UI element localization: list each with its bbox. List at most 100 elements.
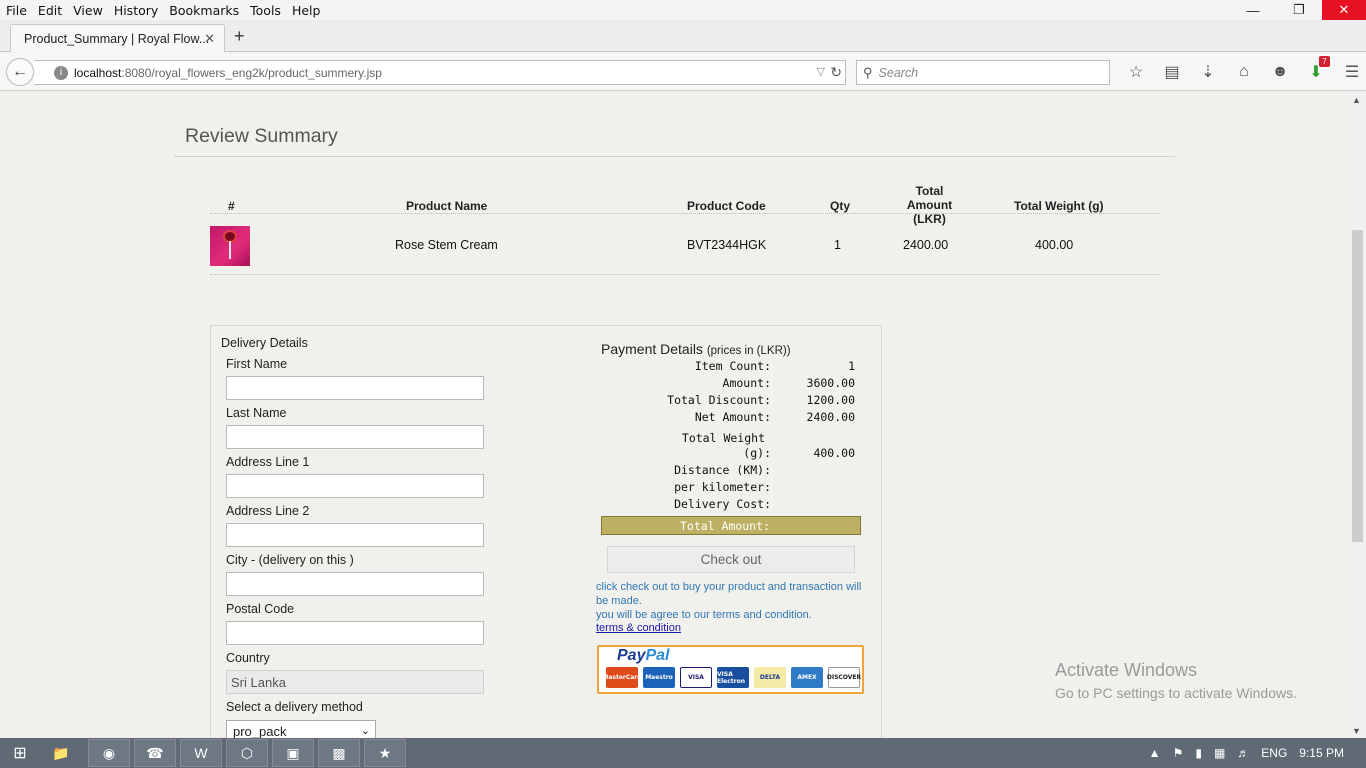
scroll-down-icon[interactable]: ▼ xyxy=(1352,726,1361,736)
volume-icon[interactable]: ♬ xyxy=(1237,746,1249,760)
minimize-icon[interactable]: — xyxy=(1230,0,1276,20)
reload-icon[interactable]: ↻ xyxy=(830,64,842,81)
tab-product-summary[interactable]: Product_Summary | Royal Flow... ✕ xyxy=(10,24,225,52)
card-logos: MasterCard Maestro VISA VISA Electron DE… xyxy=(602,667,865,688)
menu-file[interactable]: File xyxy=(0,3,32,18)
bookmark-star-icon[interactable]: ☆ xyxy=(1118,61,1154,83)
menu-history[interactable]: History xyxy=(108,3,163,18)
menu-edit[interactable]: Edit xyxy=(32,3,67,18)
clock[interactable]: 9:15 PM xyxy=(1299,746,1344,760)
url-bar[interactable]: i localhost:8080/royal_flowers_eng2k/pro… xyxy=(34,60,846,85)
download-badge: 7 xyxy=(1319,56,1330,67)
weight-label-line1: Total Weight xyxy=(681,431,765,445)
delivery-method-select[interactable]: pro_pack ⌄ xyxy=(226,720,376,738)
checkout-button[interactable]: Check out xyxy=(607,546,855,573)
first-name-field[interactable] xyxy=(226,376,484,400)
col-header-amount-line1: Total Amount xyxy=(906,184,953,212)
downloads-icon[interactable]: ⇣ xyxy=(1190,61,1226,83)
paypal-text-pay: Pay xyxy=(617,647,646,664)
language-indicator[interactable]: ENG xyxy=(1261,746,1287,760)
maestro-icon: Maestro xyxy=(643,667,675,688)
virtualbox-icon[interactable]: ⬡ xyxy=(226,739,268,767)
tray-expand-icon[interactable]: ▲ xyxy=(1149,746,1161,760)
city-field[interactable] xyxy=(226,572,484,596)
table-row-divider xyxy=(210,274,1160,275)
tab-close-icon[interactable]: ✕ xyxy=(204,31,215,47)
postal-code-field[interactable] xyxy=(226,621,484,645)
rose-stem xyxy=(229,241,231,259)
delta-icon: DELTA xyxy=(754,667,786,688)
menu-tools[interactable]: Tools xyxy=(244,3,286,18)
col-header-code: Product Code xyxy=(687,199,766,213)
table-header-divider xyxy=(210,213,1160,214)
search-icon: ⚲ xyxy=(863,64,873,80)
discount-value: 1200.00 xyxy=(806,393,855,407)
terms-link[interactable]: terms & condition xyxy=(596,622,681,634)
address2-field[interactable] xyxy=(226,523,484,547)
delivery-title: Delivery Details xyxy=(221,336,308,350)
download-helper-icon[interactable]: ⬇ 7 xyxy=(1298,56,1334,83)
page-content: Review Summary # Product Name Product Co… xyxy=(0,92,1349,738)
network-icon[interactable]: ▦ xyxy=(1214,746,1225,760)
row-weight: 400.00 xyxy=(1035,238,1074,252)
site-info-icon[interactable]: i xyxy=(54,65,68,80)
page-scrollbar[interactable]: ▲ ▼ xyxy=(1349,92,1366,738)
hamburger-menu-icon[interactable]: ☰ xyxy=(1334,61,1366,83)
chat-icon[interactable]: ☻ xyxy=(1262,61,1298,83)
system-tray: ▲ ⚑ ▮ ▦ ♬ ENG 9:15 PM xyxy=(1149,738,1366,768)
address1-label: Address Line 1 xyxy=(226,455,310,469)
battery-icon[interactable]: ▮ xyxy=(1195,746,1202,760)
per-km-label: per kilometer: xyxy=(674,480,771,494)
url-dropdown-icon[interactable]: ▽ xyxy=(817,65,825,78)
checkout-note-line2: you will be agree to our terms and condi… xyxy=(596,609,812,621)
total-amount-bar: Total Amount: xyxy=(601,516,861,535)
viber-icon[interactable]: ☎ xyxy=(134,739,176,767)
search-input[interactable]: ⚲ Search xyxy=(856,60,1110,85)
activate-windows-watermark: Activate Windows Go to PC settings to ac… xyxy=(1055,660,1297,701)
last-name-label: Last Name xyxy=(226,406,287,420)
visa-electron-icon: VISA Electron xyxy=(717,667,749,688)
home-icon[interactable]: ⌂ xyxy=(1226,61,1262,83)
last-name-field[interactable] xyxy=(226,425,484,449)
amex-icon: AMEX xyxy=(791,667,823,688)
menu-help[interactable]: Help xyxy=(286,3,326,18)
col-header-amount-line2: (LKR) xyxy=(913,212,946,226)
postal-code-label: Postal Code xyxy=(226,602,295,616)
col-header-qty: Qty xyxy=(830,199,851,213)
new-tab-icon[interactable]: + xyxy=(234,26,245,47)
delivery-method-label: Select a delivery method xyxy=(226,700,363,714)
scrollbar-thumb[interactable] xyxy=(1352,230,1363,542)
reading-list-icon[interactable]: ▤ xyxy=(1154,61,1190,83)
menu-view[interactable]: View xyxy=(67,3,108,18)
first-name-label: First Name xyxy=(226,357,288,371)
image-viewer-icon[interactable]: ▣ xyxy=(272,739,314,767)
amount-value: 3600.00 xyxy=(806,376,855,390)
checkout-note-line1: click check out to buy your product and … xyxy=(596,581,862,607)
remote-desktop-icon[interactable]: ▩ xyxy=(318,739,360,767)
back-icon[interactable]: ← xyxy=(6,58,34,86)
window-controls: — ❐ ✕ xyxy=(1230,0,1366,20)
file-explorer-icon[interactable]: 📁 xyxy=(40,739,82,767)
nav-bar: ← i localhost:8080/royal_flowers_eng2k/p… xyxy=(0,53,1366,91)
restore-icon[interactable]: ❐ xyxy=(1276,0,1322,20)
payment-title-text: Payment Details xyxy=(601,341,703,357)
address2-label: Address Line 2 xyxy=(226,504,310,518)
menu-bookmarks[interactable]: Bookmarks xyxy=(163,3,244,18)
scroll-up-icon[interactable]: ▲ xyxy=(1352,95,1361,105)
address1-field[interactable] xyxy=(226,474,484,498)
delivery-cost-label: Delivery Cost: xyxy=(674,497,771,511)
payment-title: Payment Details (prices in (LKR)) xyxy=(601,341,791,357)
title-divider xyxy=(174,156,1175,157)
city-label: City - (delivery on this ) xyxy=(226,553,354,567)
paint-icon[interactable]: ★ xyxy=(364,739,406,767)
word-icon[interactable]: W xyxy=(180,739,222,767)
discount-label: Total Discount: xyxy=(667,393,771,407)
col-header-num: # xyxy=(228,199,235,213)
firefox-icon[interactable]: ◉ xyxy=(88,739,130,767)
flag-icon[interactable]: ⚑ xyxy=(1173,746,1184,760)
url-host: localhost xyxy=(74,65,122,80)
weight-value: 400.00 xyxy=(813,446,855,460)
close-window-icon[interactable]: ✕ xyxy=(1322,0,1366,20)
net-amount-value: 2400.00 xyxy=(806,410,855,424)
windows-start-icon[interactable]: ⊞ xyxy=(0,738,40,768)
